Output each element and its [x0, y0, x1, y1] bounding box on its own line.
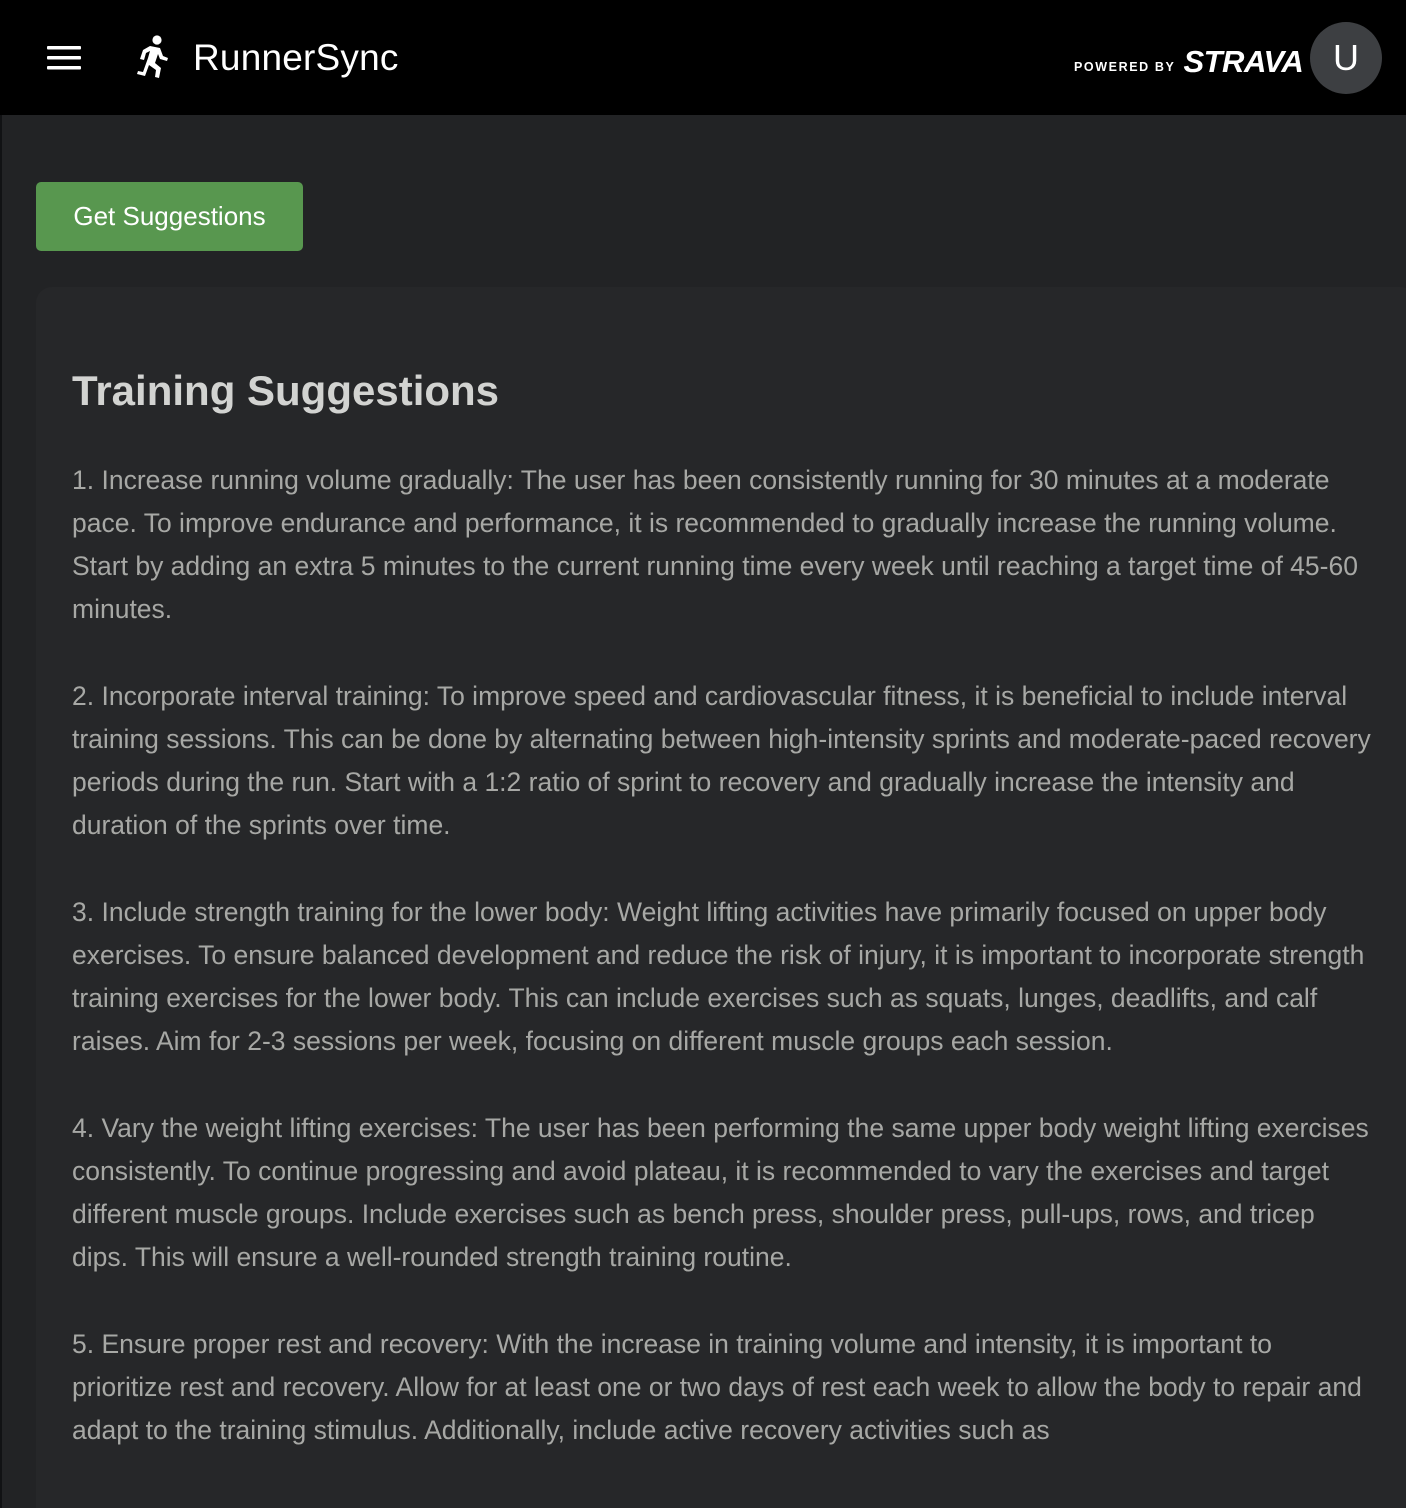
app-title: RunnerSync: [193, 37, 399, 78]
app-page: RunnerSync POWERED BY STRAVA U Get Sugge…: [0, 0, 1406, 1508]
suggestions-list: 1. Increase running volume gradually: Th…: [72, 459, 1372, 1496]
get-suggestions-button[interactable]: Get Suggestions: [36, 182, 303, 251]
suggestion-item: 1. Increase running volume gradually: Th…: [72, 465, 1358, 624]
top-app-bar: RunnerSync POWERED BY STRAVA U: [0, 0, 1406, 115]
suggestions-title: Training Suggestions: [72, 367, 500, 414]
user-avatar[interactable]: U: [1310, 22, 1382, 94]
suggestion-item: 2. Incorporate interval training: To imp…: [72, 681, 1371, 840]
suggestion-item: 5. Ensure proper rest and recovery: With…: [72, 1329, 1362, 1445]
runner-icon: [137, 35, 168, 78]
suggestion-item: 4. Vary the weight lifting exercises: Th…: [72, 1113, 1369, 1272]
training-suggestions-card: Training Suggestions 1. Increase running…: [36, 287, 1406, 1508]
strava-logo: STRAVA: [1183, 44, 1304, 79]
suggestion-item: 3. Include strength training for the low…: [72, 897, 1365, 1056]
powered-by-strava-badge[interactable]: POWERED BY STRAVA: [1074, 40, 1304, 80]
hamburger-menu-icon: [47, 46, 81, 70]
left-border: [0, 115, 2, 1508]
powered-by-text: POWERED BY: [1074, 60, 1176, 74]
menu-button[interactable]: [32, 26, 96, 90]
